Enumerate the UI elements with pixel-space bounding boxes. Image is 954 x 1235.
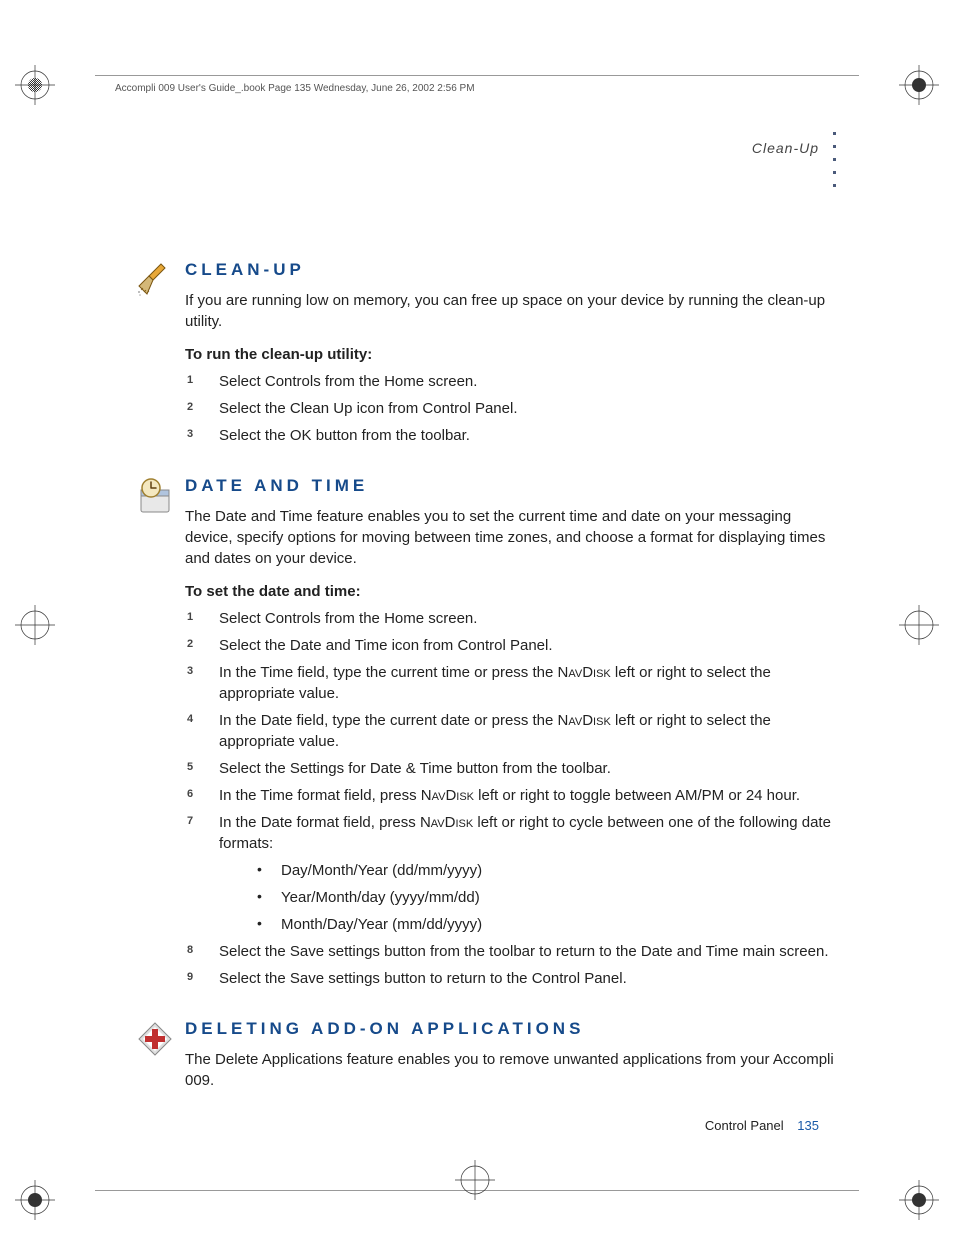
running-head: Clean-Up	[752, 140, 819, 156]
intro-text: If you are running low on memory, you ca…	[185, 290, 835, 332]
registration-mark-icon	[894, 60, 944, 110]
step-item: Select the OK button from the toolbar.	[185, 425, 835, 446]
print-header: Accompli 009 User's Guide_.book Page 135…	[115, 83, 475, 94]
step-item: Select the Save settings button to retur…	[185, 968, 835, 989]
bullet-item: Day/Month/Year (dd/mm/yyyy)	[253, 860, 835, 881]
diamond-plus-icon	[135, 1019, 175, 1059]
decorative-dots	[833, 132, 836, 187]
step-item: In the Time field, type the current time…	[185, 662, 835, 704]
step-item: In the Time format field, press NavDisk …	[185, 785, 835, 806]
registration-mark-icon	[10, 1175, 60, 1225]
registration-mark-icon	[894, 1175, 944, 1225]
step-item: Select the Save settings button from the…	[185, 941, 835, 962]
heading-datetime: DATE AND TIME	[185, 476, 835, 496]
section-datetime: DATE AND TIME The Date and Time feature …	[185, 476, 835, 989]
broom-icon	[135, 260, 175, 300]
step-item: Select Controls from the Home screen.	[185, 608, 835, 629]
bullet-list: Day/Month/Year (dd/mm/yyyy) Year/Month/da…	[253, 860, 835, 935]
registration-mark-icon	[10, 600, 60, 650]
footer-page-number: 135	[797, 1118, 819, 1133]
step-item: In the Date field, type the current date…	[185, 710, 835, 752]
page-footer: Control Panel 135	[705, 1118, 819, 1133]
rule-top	[95, 75, 859, 76]
step-item: Select Controls from the Home screen.	[185, 371, 835, 392]
section-cleanup: CLEAN-UP If you are running low on memor…	[185, 260, 835, 446]
step-item: In the Date format field, press NavDisk …	[185, 812, 835, 935]
subhead-text: To set the date and time:	[185, 583, 835, 600]
step-item: Select the Date and Time icon from Contr…	[185, 635, 835, 656]
steps-list: Select Controls from the Home screen. Sel…	[185, 608, 835, 989]
steps-list: Select Controls from the Home screen. Sel…	[185, 371, 835, 446]
intro-text: The Date and Time feature enables you to…	[185, 506, 835, 569]
registration-mark-icon	[10, 60, 60, 110]
bullet-item: Year/Month/day (yyyy/mm/dd)	[253, 887, 835, 908]
bullet-item: Month/Day/Year (mm/dd/yyyy)	[253, 914, 835, 935]
main-content: CLEAN-UP If you are running low on memor…	[185, 260, 835, 1121]
registration-mark-icon	[450, 1155, 500, 1205]
heading-cleanup: CLEAN-UP	[185, 260, 835, 280]
intro-text: The Delete Applications feature enables …	[185, 1049, 835, 1091]
step-item: Select the Settings for Date & Time butt…	[185, 758, 835, 779]
subhead-text: To run the clean-up utility:	[185, 346, 835, 363]
footer-label: Control Panel	[705, 1118, 784, 1133]
clock-calendar-icon	[135, 476, 175, 516]
section-deleting: DELETING ADD-ON APPLICATIONS The Delete …	[185, 1019, 835, 1091]
step-item: Select the Clean Up icon from Control Pa…	[185, 398, 835, 419]
registration-mark-icon	[894, 600, 944, 650]
heading-deleting: DELETING ADD-ON APPLICATIONS	[185, 1019, 835, 1039]
